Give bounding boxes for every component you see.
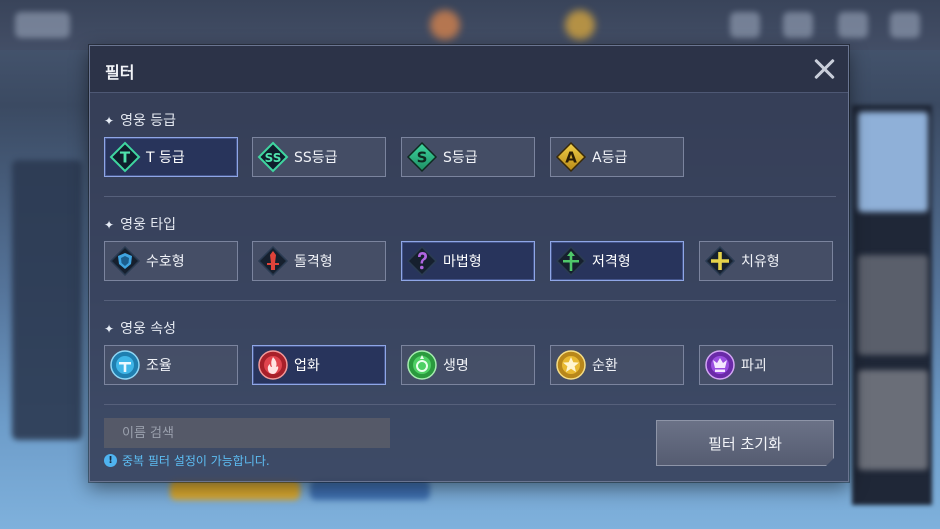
type-option-sniper[interactable]: 저격형: [550, 241, 684, 281]
grade-a-icon: A: [555, 141, 587, 173]
attribute-option-harmony[interactable]: 조율: [104, 345, 238, 385]
assault-sword-icon: [257, 245, 289, 277]
filter-modal: 필터 ✦ 영웅 등급 T T 등급 SS SS등급 S S등급 A A등급 ✦ …: [89, 45, 849, 482]
attribute-option-label: 순환: [592, 358, 618, 374]
grade-option-a[interactable]: A A등급: [550, 137, 684, 177]
cycle-element-icon: [556, 350, 586, 380]
type-option-magic[interactable]: 마법형: [401, 241, 535, 281]
harmony-element-icon: [110, 350, 140, 380]
grade-option-s[interactable]: S S등급: [401, 137, 535, 177]
grade-option-label: SS등급: [294, 150, 338, 166]
info-icon: !: [104, 454, 117, 467]
attribute-option-label: 파괴: [741, 358, 767, 374]
star-icon: ✦: [104, 322, 115, 336]
attribute-option-life[interactable]: 생명: [401, 345, 535, 385]
grade-ss-icon: SS: [257, 141, 289, 173]
section-title-attribute: 영웅 속성: [120, 321, 177, 337]
grade-option-ss[interactable]: SS SS등급: [252, 137, 386, 177]
filter-reset-button[interactable]: 필터 초기화: [656, 420, 834, 466]
type-option-assault[interactable]: 돌격형: [252, 241, 386, 281]
divider: [104, 404, 836, 405]
grade-option-label: A등급: [592, 150, 628, 166]
type-option-label: 저격형: [592, 254, 631, 270]
type-option-label: 수호형: [146, 254, 185, 270]
attribute-option-hellfire[interactable]: 업화: [252, 345, 386, 385]
grade-option-t[interactable]: T T 등급: [104, 137, 238, 177]
star-icon: ✦: [104, 114, 115, 128]
divider: [104, 300, 836, 301]
type-option-healer[interactable]: 치유형: [699, 241, 833, 281]
svg-text:A: A: [565, 149, 577, 167]
modal-header: 필터: [90, 46, 848, 93]
modal-title: 필터: [105, 63, 135, 82]
guardian-shield-icon: [109, 245, 141, 277]
type-option-label: 치유형: [741, 254, 780, 270]
destruction-element-icon: [705, 350, 735, 380]
healer-cross-icon: [704, 245, 736, 277]
magic-question-icon: [406, 245, 438, 277]
grade-s-icon: S: [406, 141, 438, 173]
star-icon: ✦: [104, 218, 115, 232]
sniper-arrow-icon: [555, 245, 587, 277]
multi-filter-hint: ! 중복 필터 설정이 가능합니다.: [104, 452, 270, 469]
grade-option-label: T 등급: [146, 150, 185, 166]
attribute-option-label: 생명: [443, 358, 469, 374]
svg-text:S: S: [417, 149, 428, 167]
type-option-label: 마법형: [443, 254, 482, 270]
hint-text: 중복 필터 설정이 가능합니다.: [122, 454, 270, 468]
svg-text:T: T: [120, 149, 131, 167]
svg-text:SS: SS: [265, 151, 282, 165]
attribute-option-label: 조율: [146, 358, 172, 374]
life-element-icon: [407, 350, 437, 380]
hellfire-element-icon: [258, 350, 288, 380]
section-title-type: 영웅 타입: [120, 217, 177, 233]
divider: [104, 196, 836, 197]
attribute-option-destruction[interactable]: 파괴: [699, 345, 833, 385]
section-title-grade: 영웅 등급: [120, 113, 177, 129]
attribute-option-cycle[interactable]: 순환: [550, 345, 684, 385]
grade-option-label: S등급: [443, 150, 478, 166]
name-search-input[interactable]: [104, 418, 390, 448]
grade-t-icon: T: [109, 141, 141, 173]
attribute-option-label: 업화: [294, 358, 320, 374]
close-icon[interactable]: [810, 55, 838, 83]
type-option-guardian[interactable]: 수호형: [104, 241, 238, 281]
type-option-label: 돌격형: [294, 254, 333, 270]
